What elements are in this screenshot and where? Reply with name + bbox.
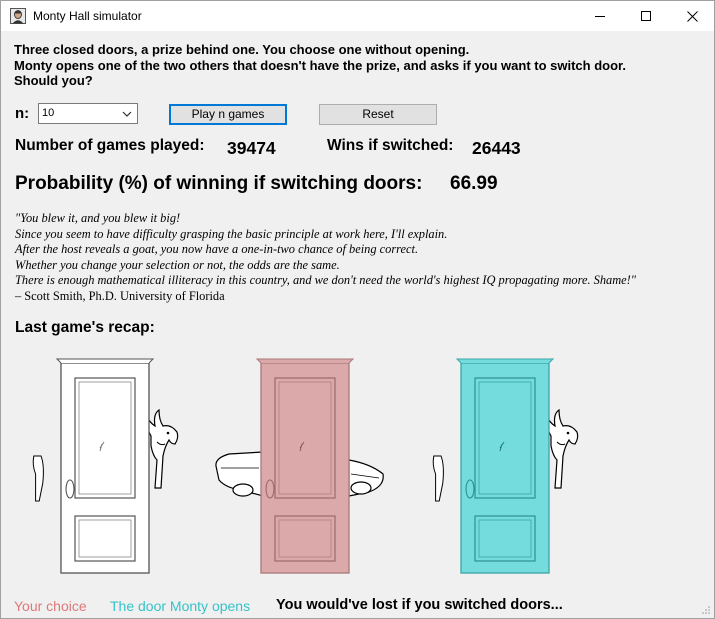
- quote-block: "You blew it, and you blew it big! Since…: [15, 211, 710, 305]
- goat-behind-door-1: [145, 409, 179, 489]
- quote-line: After the host reveals a goat, you now h…: [15, 242, 419, 257]
- result-message: You would've lost if you switched doors.…: [276, 597, 563, 613]
- minimize-button[interactable]: [577, 1, 623, 31]
- title-bar[interactable]: Monty Hall simulator: [1, 1, 714, 31]
- resize-grip-icon[interactable]: [701, 605, 711, 615]
- maximize-button[interactable]: [623, 1, 669, 31]
- probability-label: Probability (%) of winning if switching …: [15, 173, 423, 194]
- n-dropdown[interactable]: 10: [38, 103, 138, 124]
- door-2: [215, 358, 384, 574]
- window-title: Monty Hall simulator: [33, 9, 142, 23]
- portrait-icon: [10, 8, 26, 24]
- intro-line-1: Three closed doors, a prize behind one. …: [14, 42, 470, 57]
- intro-line-3: Should you?: [14, 73, 93, 88]
- quote-author: – Scott Smith, Ph.D. University of Flori…: [15, 288, 225, 303]
- maximize-icon: [641, 11, 651, 21]
- door-1: [32, 358, 179, 574]
- quote-line: Whether you change your selection or not…: [15, 257, 340, 272]
- close-button[interactable]: [669, 1, 715, 31]
- reset-button[interactable]: Reset: [319, 104, 437, 125]
- wins-switched-value: 26443: [472, 138, 521, 158]
- minimize-icon: [595, 16, 605, 17]
- app-window: Monty Hall simulator Three closed doors,…: [0, 0, 715, 619]
- intro-text: Three closed doors, a prize behind one. …: [14, 42, 694, 89]
- legend-your-choice: Your choice: [14, 598, 87, 614]
- n-label: n:: [15, 105, 30, 122]
- chevron-down-icon: [122, 111, 132, 117]
- quote-line: There is enough mathematical illiteracy …: [15, 273, 637, 288]
- quote-line: "You blew it, and you blew it big!: [15, 211, 181, 225]
- doors-illustration: [32, 358, 579, 574]
- goat-behind-door-3: [545, 409, 579, 489]
- quote-line: Since you seem to have difficulty graspi…: [15, 226, 448, 241]
- n-dropdown-value: 10: [42, 107, 55, 119]
- goat-left-peek-door-1: [32, 455, 44, 502]
- probability-value: 66.99: [450, 173, 498, 194]
- legend-monty-opens: The door Monty opens: [110, 598, 251, 614]
- wins-switched-label: Wins if switched:: [327, 137, 454, 154]
- games-played-value: 39474: [227, 138, 276, 158]
- play-n-games-button[interactable]: Play n games: [169, 104, 287, 125]
- intro-line-2: Monty opens one of the two others that d…: [14, 57, 626, 73]
- close-icon: [686, 10, 698, 22]
- games-played-label: Number of games played:: [15, 137, 205, 154]
- door-3: [432, 358, 579, 574]
- goat-left-peek-door-3: [432, 455, 444, 502]
- recap-title: Last game's recap:: [15, 319, 155, 336]
